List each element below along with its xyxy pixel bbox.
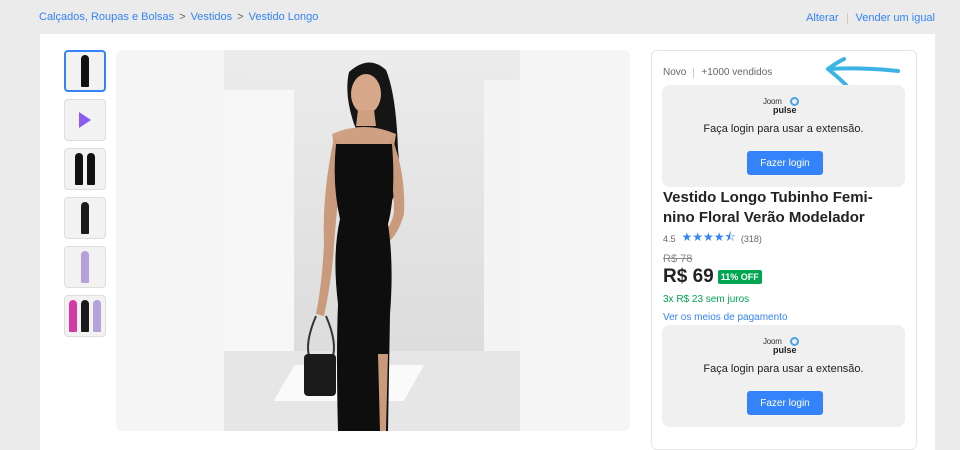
main-product-image[interactable] <box>116 50 630 431</box>
product-photo <box>224 50 520 431</box>
thumbnail-image <box>69 300 77 332</box>
thumbnail-6[interactable] <box>64 295 106 337</box>
thumbnail-image <box>81 202 89 234</box>
thumbnail-video[interactable] <box>64 99 106 141</box>
thumbnail-image <box>87 153 95 185</box>
rating[interactable]: 4.5 ★★★★⯪ (318) <box>663 228 762 249</box>
sold-count: +1000 vendidos <box>701 67 773 78</box>
review-count: (318) <box>740 233 762 244</box>
product-subtitle: Novo +1000 vendidos <box>663 67 772 78</box>
thumbnail-3[interactable] <box>64 148 106 190</box>
thumbnail-4[interactable] <box>64 197 106 239</box>
original-price: R$ 78 <box>663 253 693 265</box>
divider <box>846 12 848 24</box>
star-rating-icon: ★★★★⯪ <box>681 230 736 244</box>
thumbnail-list <box>64 50 106 344</box>
thumbnail-5[interactable] <box>64 246 106 288</box>
price-row: R$ 69 11% OFF <box>663 266 762 288</box>
buy-box: Novo +1000 vendidos Joom pulse Faça logi… <box>651 50 917 450</box>
breadcrumb-separator: > <box>237 11 244 23</box>
joom-pulse-logo: Joom pulse <box>763 337 805 359</box>
joom-pulse-logo: Joom pulse <box>763 97 805 119</box>
login-button[interactable]: Fazer login <box>747 391 823 415</box>
condition-label: Novo <box>663 67 687 78</box>
top-actions: Alterar Vender um igual <box>806 12 935 24</box>
breadcrumb-item-dresses[interactable]: Vestidos <box>191 11 233 23</box>
thumbnail-1[interactable] <box>64 50 106 92</box>
edit-link[interactable]: Alterar <box>806 12 838 24</box>
thumbnail-image <box>81 251 89 283</box>
extension-promo: Joom pulse Faça login para usar a extens… <box>662 85 905 187</box>
discount-badge: 11% OFF <box>717 270 762 284</box>
breadcrumb-item-long-dress[interactable]: Vestido Longo <box>249 11 319 23</box>
breadcrumb-item-category[interactable]: Calçados, Roupas e Bolsas <box>39 11 174 23</box>
sell-same-link[interactable]: Vender um igual <box>856 12 936 24</box>
promo-message: Faça login para usar a extensão. <box>703 123 864 135</box>
rating-value: 4.5 <box>663 233 676 244</box>
payment-methods-link[interactable]: Ver os meios de pagamento <box>663 312 788 323</box>
product-title: Vestido Longo Tubinho Femi- nino Floral … <box>663 189 873 226</box>
thumbnail-image <box>75 153 83 185</box>
product-card: Novo +1000 vendidos Joom pulse Faça logi… <box>40 34 935 450</box>
model-figure <box>304 62 405 431</box>
breadcrumb-separator: > <box>179 11 186 23</box>
divider <box>693 67 695 78</box>
installments-text: 3x R$ 23 sem juros <box>663 294 750 305</box>
thumbnail-image <box>81 300 89 332</box>
top-bar: Calçados, Roupas e Bolsas > Vestidos > V… <box>0 0 960 34</box>
login-button[interactable]: Fazer login <box>747 151 823 175</box>
current-price: R$ 69 <box>663 266 714 287</box>
thumbnail-image <box>81 55 89 87</box>
play-icon <box>79 112 91 128</box>
promo-message: Faça login para usar a extensão. <box>703 363 864 375</box>
extension-promo: Joom pulse Faça login para usar a extens… <box>662 325 905 427</box>
thumbnail-image <box>93 300 101 332</box>
breadcrumb: Calçados, Roupas e Bolsas > Vestidos > V… <box>39 11 318 23</box>
